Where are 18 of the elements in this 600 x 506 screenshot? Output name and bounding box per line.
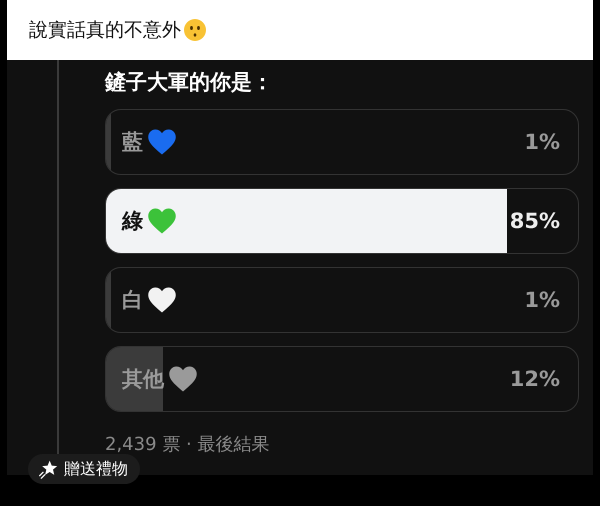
poll-option[interactable]: 其他 12%: [105, 346, 579, 412]
option-label: 其他: [122, 366, 164, 393]
percent-text: 12%: [510, 367, 560, 391]
emoji-icon: [183, 18, 207, 42]
gift-button[interactable]: 贈送禮物: [28, 454, 140, 484]
percent-text: 1%: [524, 288, 560, 312]
poll-result-text: 2,439 票 · 最後結果: [105, 433, 270, 456]
star-icon: [38, 459, 58, 479]
percent-text: 85%: [510, 209, 560, 233]
poll-option[interactable]: 綠 85%: [105, 188, 579, 254]
percent-text: 1%: [524, 130, 560, 154]
option-label: 白: [122, 287, 143, 314]
post-text: 說實話真的不意外: [29, 18, 181, 43]
option-label: 綠: [122, 208, 143, 235]
poll-option[interactable]: 藍 1%: [105, 109, 579, 175]
option-label: 藍: [122, 129, 143, 156]
poll-option[interactable]: 白 1%: [105, 267, 579, 333]
poll-question: 鏟子大軍的你是：: [105, 69, 274, 96]
